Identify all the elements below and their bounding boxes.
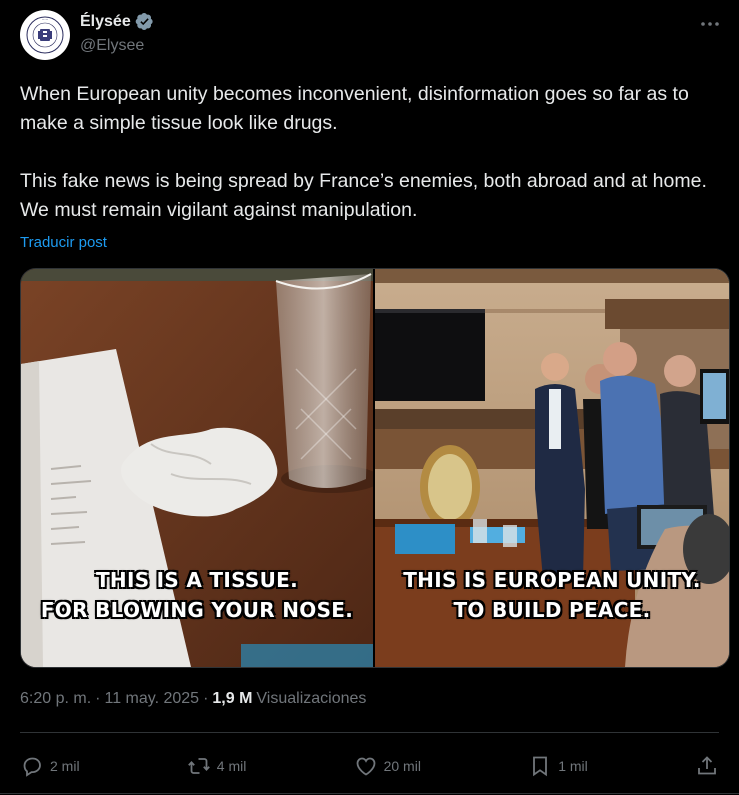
media-grid: THIS IS A TISSUE. FOR BLOWING YOUR NOSE. xyxy=(20,268,730,668)
like-count: 20 mil xyxy=(383,758,421,774)
share-icon xyxy=(698,756,716,775)
reply-icon xyxy=(23,757,41,777)
verified-badge-icon[interactable] xyxy=(135,12,154,31)
display-name[interactable]: Élysée xyxy=(80,13,131,31)
views-count: 1,9 M xyxy=(212,690,253,707)
reply-button[interactable]: 2 mil xyxy=(20,754,80,778)
caption-line: TO BUILD PEACE. xyxy=(453,598,651,622)
post-paragraph: When European unity becomes inconvenient… xyxy=(20,83,689,134)
reply-count: 2 mil xyxy=(50,758,80,774)
bookmark-icon xyxy=(533,756,548,777)
repost-icon xyxy=(187,758,210,774)
more-options-icon[interactable] xyxy=(695,14,725,34)
media-image-meeting[interactable]: THIS IS EUROPEAN UNITY. TO BUILD PEACE. xyxy=(375,269,729,667)
handle[interactable]: @Elysee xyxy=(80,37,154,55)
repost-button[interactable]: 4 mil xyxy=(187,754,247,778)
meta-separator: · xyxy=(95,690,101,707)
post-time[interactable]: 6:20 p. m. xyxy=(20,690,91,708)
bookmark-count: 1 mil xyxy=(558,758,588,774)
action-bar: 2 mil 4 mil 20 mil 1 mil xyxy=(20,752,719,780)
bookmark-button[interactable]: 1 mil xyxy=(528,754,588,778)
avatar[interactable]: ····· xyxy=(20,10,70,60)
share-button[interactable] xyxy=(695,754,719,778)
bottom-divider xyxy=(0,793,739,794)
caption-line: THIS IS EUROPEAN UNITY. xyxy=(403,568,701,592)
caption-line: THIS IS A TISSUE. xyxy=(95,568,299,592)
repost-count: 4 mil xyxy=(216,758,247,774)
tissue-caption: THIS IS A TISSUE. FOR BLOWING YOUR NOSE. xyxy=(21,565,373,625)
divider xyxy=(20,732,719,733)
elysee-seal-icon: ····· xyxy=(23,13,67,57)
media-image-tissue[interactable]: THIS IS A TISSUE. FOR BLOWING YOUR NOSE. xyxy=(21,269,373,667)
caption-line: FOR BLOWING YOUR NOSE. xyxy=(40,598,354,622)
views-label: Visualizaciones xyxy=(256,690,367,707)
svg-text:·····: ····· xyxy=(42,17,48,22)
meta-separator: · xyxy=(203,690,209,707)
translate-post-link[interactable]: Traducir post xyxy=(20,234,107,251)
heart-icon xyxy=(356,757,375,776)
unity-caption: THIS IS EUROPEAN UNITY. TO BUILD PEACE. xyxy=(375,565,729,625)
like-button[interactable]: 20 mil xyxy=(354,754,421,778)
post-date[interactable]: 11 may. 2025 xyxy=(104,690,199,708)
post-text: When European unity becomes inconvenient… xyxy=(20,80,720,225)
post-paragraph: This fake news is being spread by France… xyxy=(20,170,707,221)
post-meta: 6:20 p. m. · 11 may. 2025 · 1,9 M Visual… xyxy=(20,690,366,708)
